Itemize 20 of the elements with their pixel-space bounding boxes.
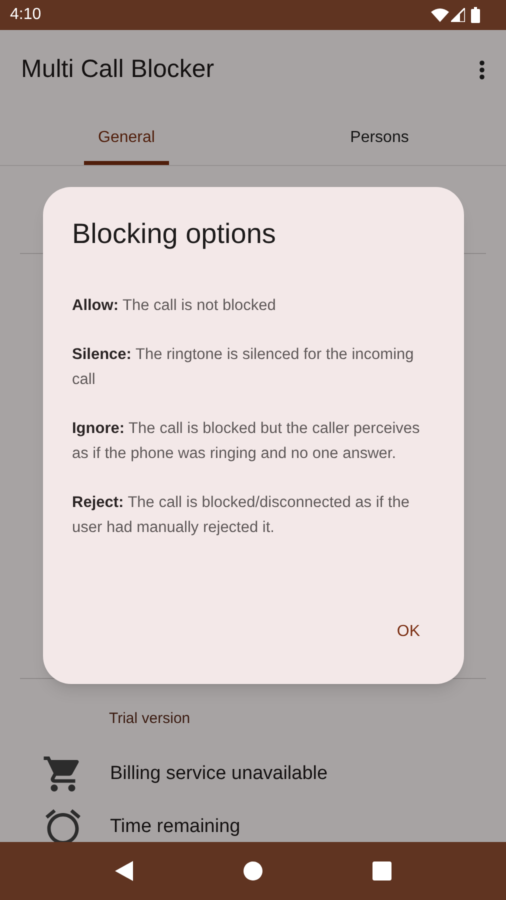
more-options-icon[interactable]	[479, 60, 485, 80]
back-icon[interactable]	[114, 860, 134, 882]
option-description: Ignore: The call is blocked but the caller perceives as if the phone was ringing and no one answer.	[72, 419, 421, 464]
list-item-text: Time remaining	[110, 814, 240, 839]
option-description: Silence: The ringtone is silenced for the incoming call	[72, 345, 415, 390]
home-icon[interactable]	[242, 861, 263, 881]
ok-button[interactable]: OK	[384, 614, 432, 650]
recents-icon[interactable]	[372, 861, 392, 881]
wifi-icon	[431, 8, 449, 22]
section-header: Trial version	[109, 709, 190, 729]
status-time: 4:10	[10, 5, 42, 25]
tab[interactable]: General	[84, 110, 169, 165]
dialog-title: Blocking options	[72, 217, 277, 251]
option-description: Reject: The call is blocked/disconnected as if the user had manually rejected it.	[72, 493, 410, 538]
tab[interactable]: Persons	[336, 110, 423, 165]
list-item-text: Billing service unavailable	[110, 762, 328, 786]
signal-icon	[451, 8, 465, 22]
app-title: Multi Call Blocker	[21, 54, 216, 86]
option-description: Allow: The call is not blocked	[72, 296, 277, 316]
battery-icon	[471, 7, 480, 23]
